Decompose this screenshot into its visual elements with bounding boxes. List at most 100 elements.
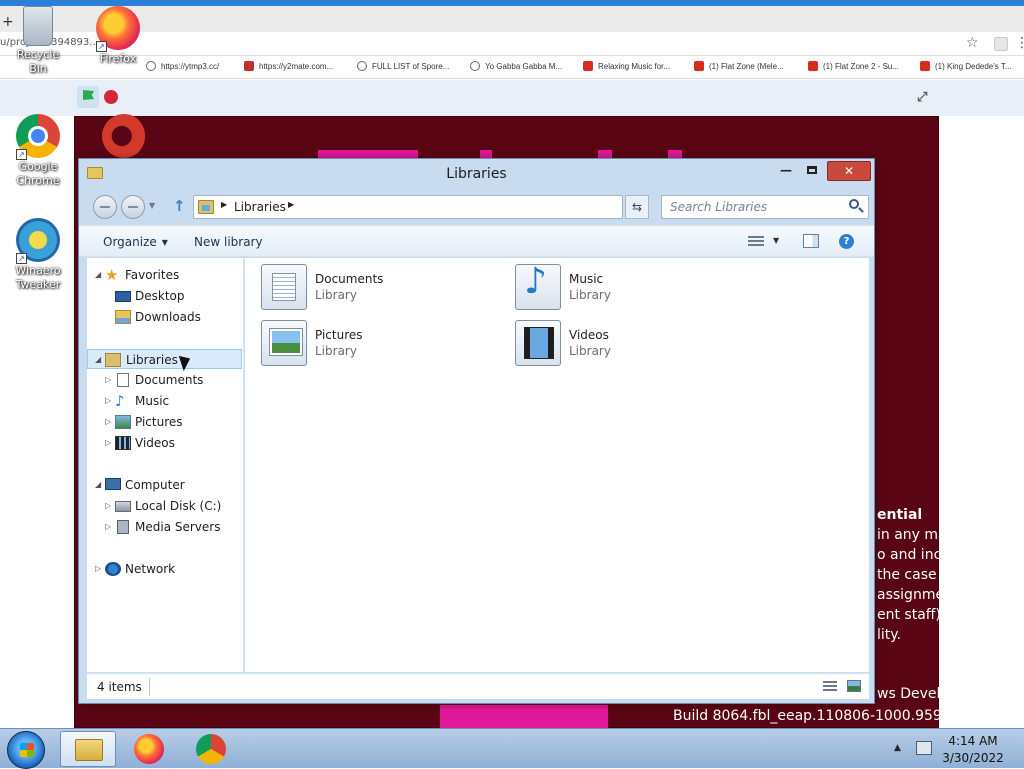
refresh-button[interactable]: ⇆ — [625, 195, 649, 219]
details-view-icon[interactable] — [823, 681, 837, 692]
back-button[interactable] — [93, 195, 117, 219]
recent-locations-icon[interactable]: ▼ — [149, 201, 155, 210]
breadcrumb-arrow-icon[interactable]: ▶ — [288, 200, 294, 209]
nav-media-servers[interactable]: ▷ Media Servers — [87, 517, 242, 537]
expand-arrow-icon[interactable]: ▷ — [105, 412, 111, 432]
nav-computer[interactable]: ◢ Computer — [87, 475, 242, 495]
system-clock[interactable]: 4:14 AM 3/30/2022 — [938, 733, 1008, 767]
shortcut-arrow-icon: ↗ — [96, 41, 107, 52]
library-item-pictures[interactable]: Pictures Library — [261, 320, 501, 372]
downloads-icon — [115, 310, 131, 324]
star-icon: ★ — [105, 266, 119, 284]
desktop-icon-winaero[interactable]: ↗ Winaero Tweaker — [8, 218, 68, 292]
extension-icon[interactable] — [994, 37, 1008, 51]
nav-libraries[interactable]: ◢ Libraries — [87, 349, 242, 369]
forward-button[interactable] — [121, 195, 145, 219]
content-pane: Documents Library Music Library Pictures… — [245, 258, 869, 672]
taskbar-explorer-button[interactable] — [60, 731, 116, 767]
nav-network[interactable]: ▷ Network — [87, 559, 242, 579]
bookmark-item[interactable]: (1) King Dedede's T... — [920, 61, 1012, 71]
fullscreen-icon[interactable]: ⤢ — [917, 90, 927, 105]
bookmark-item[interactable]: FULL LIST of Spore... — [357, 61, 449, 71]
organize-button[interactable]: Organize ▼ — [103, 235, 168, 249]
new-library-button[interactable]: New library — [194, 235, 263, 249]
winaero-icon: ↗ — [16, 218, 60, 264]
explorer-icon — [75, 739, 103, 761]
help-icon[interactable]: ? — [839, 234, 854, 249]
bookmark-star-icon[interactable]: ☆ — [966, 35, 979, 51]
collapse-arrow-icon[interactable]: ◢ — [95, 350, 101, 370]
collapse-arrow-icon[interactable]: ◢ — [95, 475, 101, 495]
desktop-icon-firefox[interactable]: ↗ Firefox — [88, 6, 148, 66]
nav-documents[interactable]: ▷ Documents — [87, 370, 242, 390]
library-item-documents[interactable]: Documents Library — [261, 264, 501, 316]
stop-icon[interactable] — [104, 90, 118, 104]
bookmark-item[interactable]: https://ytmp3.cc/ — [146, 61, 219, 71]
command-bar: Organize ▼ New library ▼ ? — [79, 225, 874, 257]
taskbar-firefox-button[interactable] — [122, 731, 178, 767]
drive-icon — [115, 501, 131, 512]
change-view-icon[interactable] — [748, 236, 764, 248]
computer-icon — [105, 478, 121, 490]
nav-pictures[interactable]: ▷ Pictures — [87, 412, 242, 432]
browser-tab-row: + — [0, 6, 1024, 32]
bookmarks-bar: https://ytmp3.cc/ https://y2mate.com... … — [0, 57, 1024, 79]
expand-arrow-icon[interactable]: ▷ — [105, 391, 111, 411]
address-bar[interactable]: ▶ Libraries ▶ ▼ — [193, 195, 731, 219]
nav-favorites[interactable]: ◢ ★ Favorites — [87, 265, 242, 285]
window-titlebar[interactable]: Libraries — ✕ — [79, 159, 874, 189]
search-input[interactable]: Search Libraries — [661, 195, 869, 219]
pictures-library-icon — [261, 320, 307, 366]
item-count: 4 items — [97, 680, 142, 694]
chrome-icon: ↗ — [16, 114, 60, 160]
pictures-icon — [115, 415, 131, 429]
network-tray-icon[interactable] — [916, 741, 932, 755]
browser-address-bar[interactable]: u/proj...85394893...en/ ☆ ⋮ — [0, 32, 1024, 56]
chevron-down-icon[interactable]: ▼ — [773, 236, 779, 245]
youtube-icon — [694, 61, 704, 71]
nav-music[interactable]: ▷ ♪ Music — [87, 391, 242, 411]
expand-arrow-icon[interactable]: ▷ — [95, 559, 101, 579]
preview-pane-icon[interactable] — [803, 234, 819, 248]
breadcrumb-arrow-icon[interactable]: ▶ — [221, 200, 227, 209]
maximize-icon — [807, 166, 817, 174]
maximize-button[interactable] — [803, 161, 821, 181]
up-arrow-icon[interactable]: ↑ — [173, 197, 186, 215]
show-hidden-icons-icon[interactable]: ▲ — [894, 743, 901, 753]
library-item-music[interactable]: Music Library — [515, 261, 755, 316]
breadcrumb[interactable]: Libraries — [234, 200, 286, 214]
library-item-videos[interactable]: Videos Library — [515, 320, 755, 372]
bookmark-item[interactable]: (1) Flat Zone (Mele... — [694, 61, 784, 71]
navigation-pane: ◢ ★ Favorites Desktop Downloads ◢ Librar… — [87, 258, 244, 672]
nav-local-disk[interactable]: ▷ Local Disk (C:) — [87, 496, 242, 516]
browser-menu-icon[interactable]: ⋮ — [1015, 35, 1024, 51]
desktop-icon-ccleaner[interactable] — [94, 114, 154, 160]
status-separator — [149, 678, 150, 696]
bookmark-item[interactable]: Relaxing Music for... — [583, 61, 670, 71]
close-button[interactable]: ✕ — [827, 161, 871, 181]
youtube-icon — [920, 61, 930, 71]
expand-arrow-icon[interactable]: ▷ — [105, 370, 111, 390]
shortcut-arrow-icon: ↗ — [16, 253, 27, 264]
taskbar-chrome-button[interactable] — [184, 731, 240, 767]
bookmark-item[interactable]: https://y2mate.com... — [244, 61, 333, 71]
minimize-button[interactable]: — — [777, 161, 795, 181]
start-button[interactable] — [7, 731, 45, 769]
nav-desktop[interactable]: Desktop — [87, 286, 242, 306]
desktop-icon-recycle-bin[interactable]: Recycle Bin — [8, 6, 68, 76]
bookmark-item[interactable]: Yo Gabba Gabba M... — [470, 61, 562, 71]
search-icon[interactable] — [849, 199, 859, 209]
nav-downloads[interactable]: Downloads — [87, 307, 242, 327]
bookmark-item[interactable]: (1) Flat Zone 2 - Su... — [808, 61, 899, 71]
ccleaner-icon — [102, 114, 146, 158]
expand-arrow-icon[interactable]: ▷ — [105, 433, 111, 453]
youtube-icon — [808, 61, 818, 71]
green-flag-icon[interactable] — [77, 86, 99, 108]
desktop-icon-chrome[interactable]: ↗ Google Chrome — [8, 114, 68, 188]
nav-videos[interactable]: ▷ Videos — [87, 433, 242, 453]
collapse-arrow-icon[interactable]: ◢ — [95, 265, 101, 285]
expand-arrow-icon[interactable]: ▷ — [105, 496, 111, 516]
expand-arrow-icon[interactable]: ▷ — [105, 517, 111, 537]
globe-icon — [470, 61, 480, 71]
large-icons-view-icon[interactable] — [847, 680, 861, 692]
